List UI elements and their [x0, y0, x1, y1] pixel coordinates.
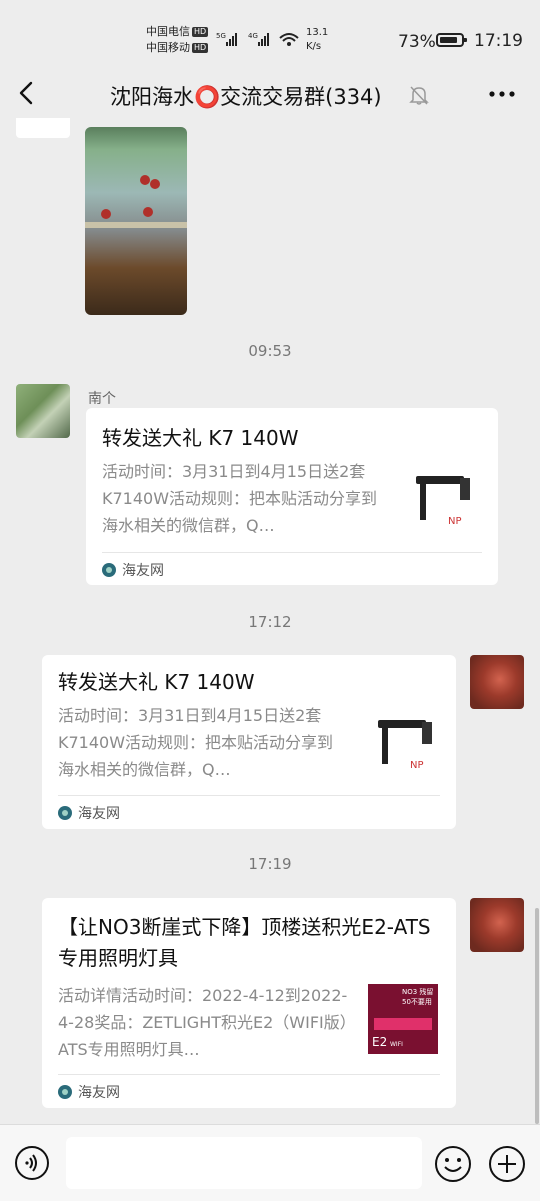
card-title: 【让NO3断崖式下降】顶楼送积光E2-ATS专用照明灯具 [58, 915, 431, 970]
scrollbar[interactable] [535, 908, 539, 1124]
avatar[interactable] [16, 384, 70, 438]
speed-value: 13.1 [306, 27, 329, 38]
card-description: 活动时间：3月31日到4月15日送2套K7140W活动规则：把本贴活动分享到海水… [58, 706, 334, 779]
message-input[interactable] [66, 1137, 422, 1189]
battery-icon [436, 33, 467, 47]
source-name: 海友网 [78, 1085, 120, 1101]
source-logo-icon [58, 1085, 72, 1099]
link-card[interactable]: 【让NO3断崖式下降】顶楼送积光E2-ATS专用照明灯具 活动详情活动时间：20… [42, 898, 456, 1108]
hd-badge: HD [192, 43, 209, 53]
card-description: 活动详情活动时间：2022-4-12到2022-4-28奖品：ZETLIGHT积… [58, 986, 356, 1059]
svg-text:NP: NP [448, 516, 462, 527]
source-logo-icon [58, 806, 72, 820]
thumb-text: NO3 残留 [402, 987, 433, 996]
link-card[interactable]: 转发送大礼 K7 140W 活动时间：3月31日到4月15日送2套K7140W活… [86, 408, 498, 585]
card-source: 海友网 [58, 803, 120, 823]
divider [58, 1074, 440, 1075]
photo-detail [143, 207, 153, 217]
photo-detail [150, 179, 160, 189]
source-name: 海友网 [78, 806, 120, 822]
message-timestamp: 09:53 [248, 342, 292, 360]
message-timestamp: 17:19 [248, 855, 292, 873]
photo-detail [140, 175, 150, 185]
avatar[interactable] [470, 898, 524, 952]
plus-icon[interactable] [488, 1145, 526, 1183]
card-source: 海友网 [102, 560, 164, 580]
net-type-2: 4G [248, 32, 258, 40]
carrier-1: 中国电信 [146, 25, 190, 38]
svg-text:NP: NP [410, 760, 424, 771]
chat-header: 沈阳海水⭕交流交易群(334) [0, 62, 540, 126]
chat-title: 沈阳海水⭕交流交易群(334) [110, 85, 382, 109]
status-bar: 中国电信 HD 中国移动 HD 5G 4G 13.1 K/s 73% 17:19 [0, 0, 540, 62]
status-time: 17:19 [474, 31, 523, 51]
carrier-2: 中国移动 [146, 41, 190, 54]
link-card[interactable]: 转发送大礼 K7 140W 活动时间：3月31日到4月15日送2套K7140W活… [42, 655, 456, 829]
input-bar [0, 1124, 540, 1201]
hd-badge: HD [192, 27, 209, 37]
signal-indicators: 5G 4G [216, 30, 300, 50]
card-source: 海友网 [58, 1082, 120, 1102]
avatar[interactable] [16, 118, 70, 138]
lamp-thumbnail-icon: NP [416, 476, 470, 527]
thumb-text: WIFI [390, 1041, 403, 1048]
source-name: 海友网 [122, 563, 164, 579]
photo-message[interactable] [85, 127, 187, 315]
product-thumbnail-icon: NO3 残留 50不要用 E2 WIFI [368, 984, 438, 1054]
mute-bell-icon [409, 86, 429, 105]
photo-detail [85, 222, 187, 228]
photo-detail [101, 209, 111, 219]
carrier-info: 中国电信 HD 中国移动 HD [146, 24, 209, 56]
battery-percent: 73% [398, 32, 436, 52]
thumb-text: E2 [372, 1035, 387, 1049]
emoji-icon[interactable] [434, 1145, 472, 1183]
more-icon[interactable] [488, 84, 516, 104]
thumb-text: 50不要用 [402, 998, 432, 1006]
voice-icon[interactable] [14, 1145, 50, 1181]
divider [102, 552, 482, 553]
network-speed: 13.1 K/s [306, 26, 328, 54]
card-title: 转发送大礼 K7 140W [102, 426, 299, 450]
speed-unit: K/s [306, 41, 322, 52]
divider [58, 795, 440, 796]
lamp-thumbnail-icon: NP [378, 720, 432, 771]
net-type-1: 5G [216, 32, 226, 40]
source-logo-icon [102, 563, 116, 577]
sender-name: 南个 [88, 391, 116, 407]
message-timestamp: 17:12 [248, 613, 292, 631]
avatar[interactable] [470, 655, 524, 709]
signal-icon: 5G 4G [216, 32, 299, 46]
card-title: 转发送大礼 K7 140W [58, 670, 255, 694]
card-description: 活动时间：3月31日到4月15日送2套K7140W活动规则：把本贴活动分享到海水… [102, 462, 378, 535]
back-arrow-icon[interactable] [14, 80, 40, 106]
